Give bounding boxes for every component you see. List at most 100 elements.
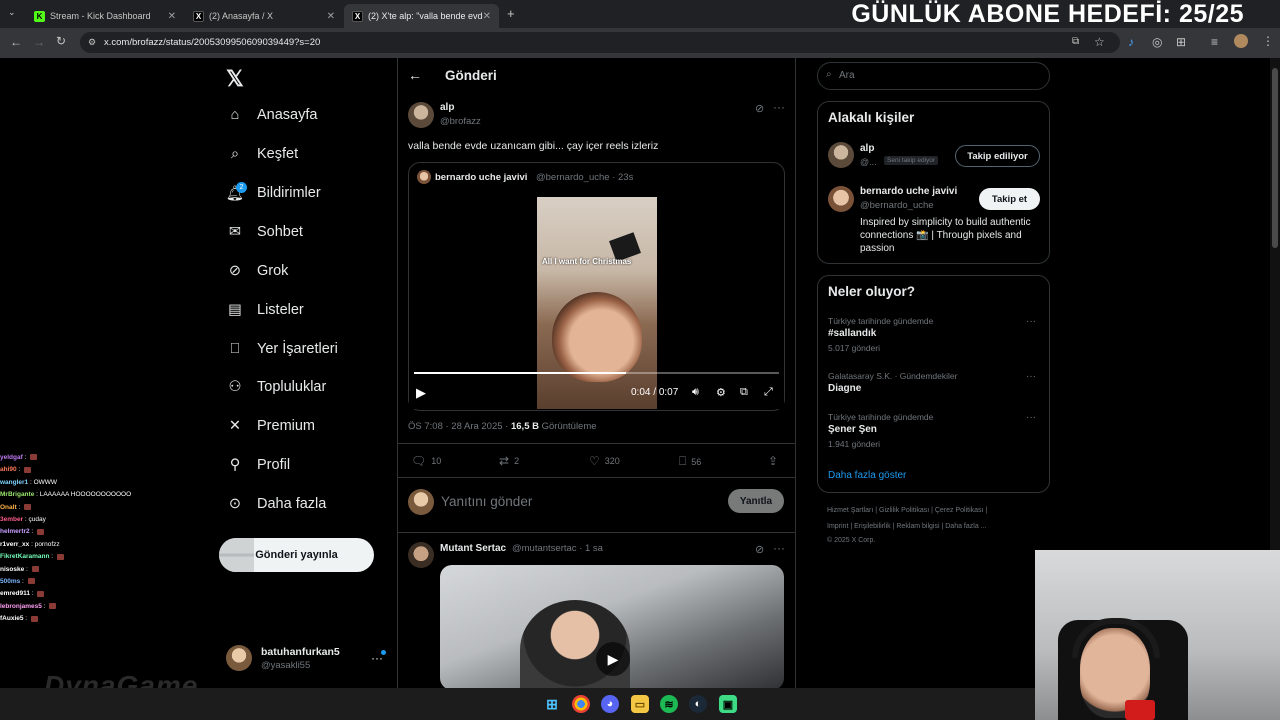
footer-links[interactable]: Hizmet Şartları | Gizlilik Politikası | … <box>827 507 987 514</box>
steam-icon[interactable]: ◐ <box>689 695 707 713</box>
site-info-icon[interactable]: ⚙ <box>88 37 96 48</box>
close-icon[interactable]: ✕ <box>168 11 176 22</box>
sidebar-item-listeler[interactable]: ▤ Listeler <box>226 301 304 319</box>
more-options-icon[interactable]: ··· <box>773 100 785 114</box>
play-icon[interactable]: ▶ <box>416 385 426 401</box>
page-title: Gönderi <box>445 68 497 83</box>
reload-icon[interactable]: ↻ <box>56 34 66 48</box>
chat-username: r1verr_xx <box>0 540 30 548</box>
extension-audio-icon[interactable]: ♪ <box>1128 35 1134 49</box>
kick-app-icon[interactable]: ▣ <box>719 695 737 713</box>
more-options-icon[interactable]: ··· <box>1026 371 1036 382</box>
related-person-name[interactable]: alp <box>860 143 874 154</box>
scrollbar-thumb[interactable] <box>1272 68 1278 248</box>
sidebar-item-topluluklar[interactable]: ⚇ Topluluklar <box>226 378 327 396</box>
footer-links[interactable]: Imprint | Erişilebilirlik | Reklam bilgi… <box>827 523 987 530</box>
spotify-icon[interactable]: ≋ <box>660 695 678 713</box>
trend-name[interactable]: #sallandık <box>828 328 876 339</box>
stream-chat: yeldgaf : ahi90 : wangler1 : OWWW MrBriga… <box>0 452 180 626</box>
trend-name[interactable]: Diagne <box>828 383 861 394</box>
share-action[interactable]: ⇪ <box>768 454 783 468</box>
reply-avatar <box>408 489 434 515</box>
sidebar-item-keşfet[interactable]: ⌕ Keşfet <box>226 145 298 163</box>
sidebar-item-label: Anasayfa <box>257 107 318 123</box>
post-button[interactable]: Gönderi yayınla <box>219 538 374 572</box>
windows-start-icon[interactable]: ⊞ <box>543 695 561 713</box>
post-author-handle[interactable]: @brofazz <box>440 116 481 127</box>
more-options-icon[interactable]: ··· <box>1026 412 1036 423</box>
close-icon[interactable]: ✕ <box>327 11 335 22</box>
show-more-link[interactable]: Daha fazla göster <box>828 470 906 481</box>
account-name[interactable]: batuhanfurkan5 <box>261 646 340 658</box>
x-logo[interactable]: 𝕏 <box>226 66 244 92</box>
chat-separator: : <box>16 466 23 474</box>
following-button[interactable]: Takip ediliyor <box>955 145 1040 167</box>
reply-button[interactable]: Yanıtla <box>728 489 784 513</box>
play-icon[interactable]: ▶ <box>596 642 630 676</box>
grok-icon[interactable]: ⊘ <box>755 543 764 556</box>
bookmark-star-icon[interactable]: ☆ <box>1094 35 1105 49</box>
post-author-name[interactable]: alp <box>440 102 454 113</box>
tab-kick-dashboard[interactable]: K Stream - Kick Dashboard ✕ <box>26 4 184 28</box>
sidebar-item-grok[interactable]: ⊘ Grok <box>226 262 289 280</box>
trend-name[interactable]: Şener Şen <box>828 424 877 435</box>
grok-icon: ⊘ <box>228 263 242 279</box>
quote-author-name[interactable]: bernardo uche javivi <box>435 172 527 183</box>
file-explorer-icon[interactable]: ▭ <box>631 695 649 713</box>
next-post-handle-time: @mutantsertac · 1 sa <box>512 543 603 554</box>
more-options-icon[interactable]: ··· <box>1026 316 1036 327</box>
repost-action[interactable]: ⇄ 2 <box>499 454 519 468</box>
pip-icon[interactable]: ⧉ <box>740 386 748 399</box>
related-person-bio: Inspired by simplicity to build authenti… <box>860 217 1031 254</box>
post-author-avatar[interactable] <box>408 102 434 128</box>
sidebar-item-daha-fazla[interactable]: ⊙ Daha fazla <box>226 495 326 513</box>
chat-text: pornofzz <box>34 540 60 548</box>
reply-action[interactable]: 🗨︎ 10 <box>411 454 441 468</box>
sidebar-item-sohbet[interactable]: ✉ Sohbet <box>226 223 303 241</box>
related-person-avatar[interactable] <box>828 186 854 212</box>
fullscreen-icon[interactable]: ⤢ <box>764 386 773 399</box>
chat-message: Onalt : <box>0 502 180 514</box>
kick-icon: K <box>34 10 45 22</box>
sidebar-item-anasayfa[interactable]: ⌂ Anasayfa <box>226 106 318 124</box>
follow-button[interactable]: Takip et <box>979 188 1040 210</box>
discord-icon[interactable]: ◕ <box>601 695 619 713</box>
related-person-name[interactable]: bernardo uche javivi <box>860 186 957 197</box>
chat-message: r1verr_xx : pornofzz <box>0 539 180 551</box>
next-post-avatar[interactable] <box>408 542 434 568</box>
profile-avatar[interactable] <box>1234 34 1248 48</box>
account-avatar[interactable] <box>226 645 252 671</box>
trend-context: Galatasaray S.K. · Gündemdekiler <box>828 371 958 381</box>
browser-menu-icon[interactable]: ⋮ <box>1262 34 1274 48</box>
back-icon[interactable]: ← <box>10 35 22 49</box>
close-icon[interactable]: ✕ <box>483 11 491 22</box>
bookmark-action[interactable]: ⎕ 56 <box>679 454 701 469</box>
like-action[interactable]: ♡ 320 <box>589 454 620 468</box>
install-app-icon[interactable]: ⧉ <box>1072 36 1079 47</box>
new-tab-button[interactable]: + <box>507 6 515 21</box>
sidebar-item-profil[interactable]: ⚲ Profil <box>226 456 290 474</box>
views-count: 16,5 B <box>510 421 539 432</box>
sidebar-item-yer-i̇şaretleri[interactable]: ⎕ Yer İşaretleri <box>226 340 338 358</box>
volume-icon[interactable]: 🔊︎ <box>692 386 699 399</box>
tab-home-x[interactable]: X (2) Anasayfa / X ✕ <box>185 4 343 28</box>
next-post-author[interactable]: Mutant Sertac <box>440 543 506 554</box>
chat-emote-icon <box>30 454 38 461</box>
forward-icon[interactable]: → <box>33 35 45 49</box>
reading-list-icon[interactable]: ≡ <box>1211 35 1218 49</box>
tab-search-icon[interactable]: ⌄ <box>8 7 16 18</box>
more-options-icon[interactable]: ··· <box>773 541 785 555</box>
back-arrow-icon[interactable]: ← <box>408 67 422 83</box>
reply-input[interactable]: Yanıtını gönder <box>441 494 532 509</box>
extensions-puzzle-icon[interactable]: ⊞ <box>1176 35 1186 49</box>
related-person-avatar[interactable] <box>828 142 854 168</box>
sidebar-item-premium[interactable]: ✕ Premium <box>226 417 315 435</box>
extension-icon[interactable]: ◎ <box>1152 35 1162 49</box>
tab-current-post[interactable]: X (2) X'te alp: "valla bende evde u... ✕ <box>344 4 499 28</box>
chat-message: fAuxie5 : <box>0 613 180 625</box>
grok-icon[interactable]: ⊘ <box>755 102 764 115</box>
chrome-icon[interactable] <box>572 695 590 713</box>
settings-gear-icon[interactable]: ⚙ <box>716 386 726 399</box>
chat-username: MrBrigante <box>0 491 35 499</box>
trend-count: 5.017 gönderi <box>828 343 880 353</box>
